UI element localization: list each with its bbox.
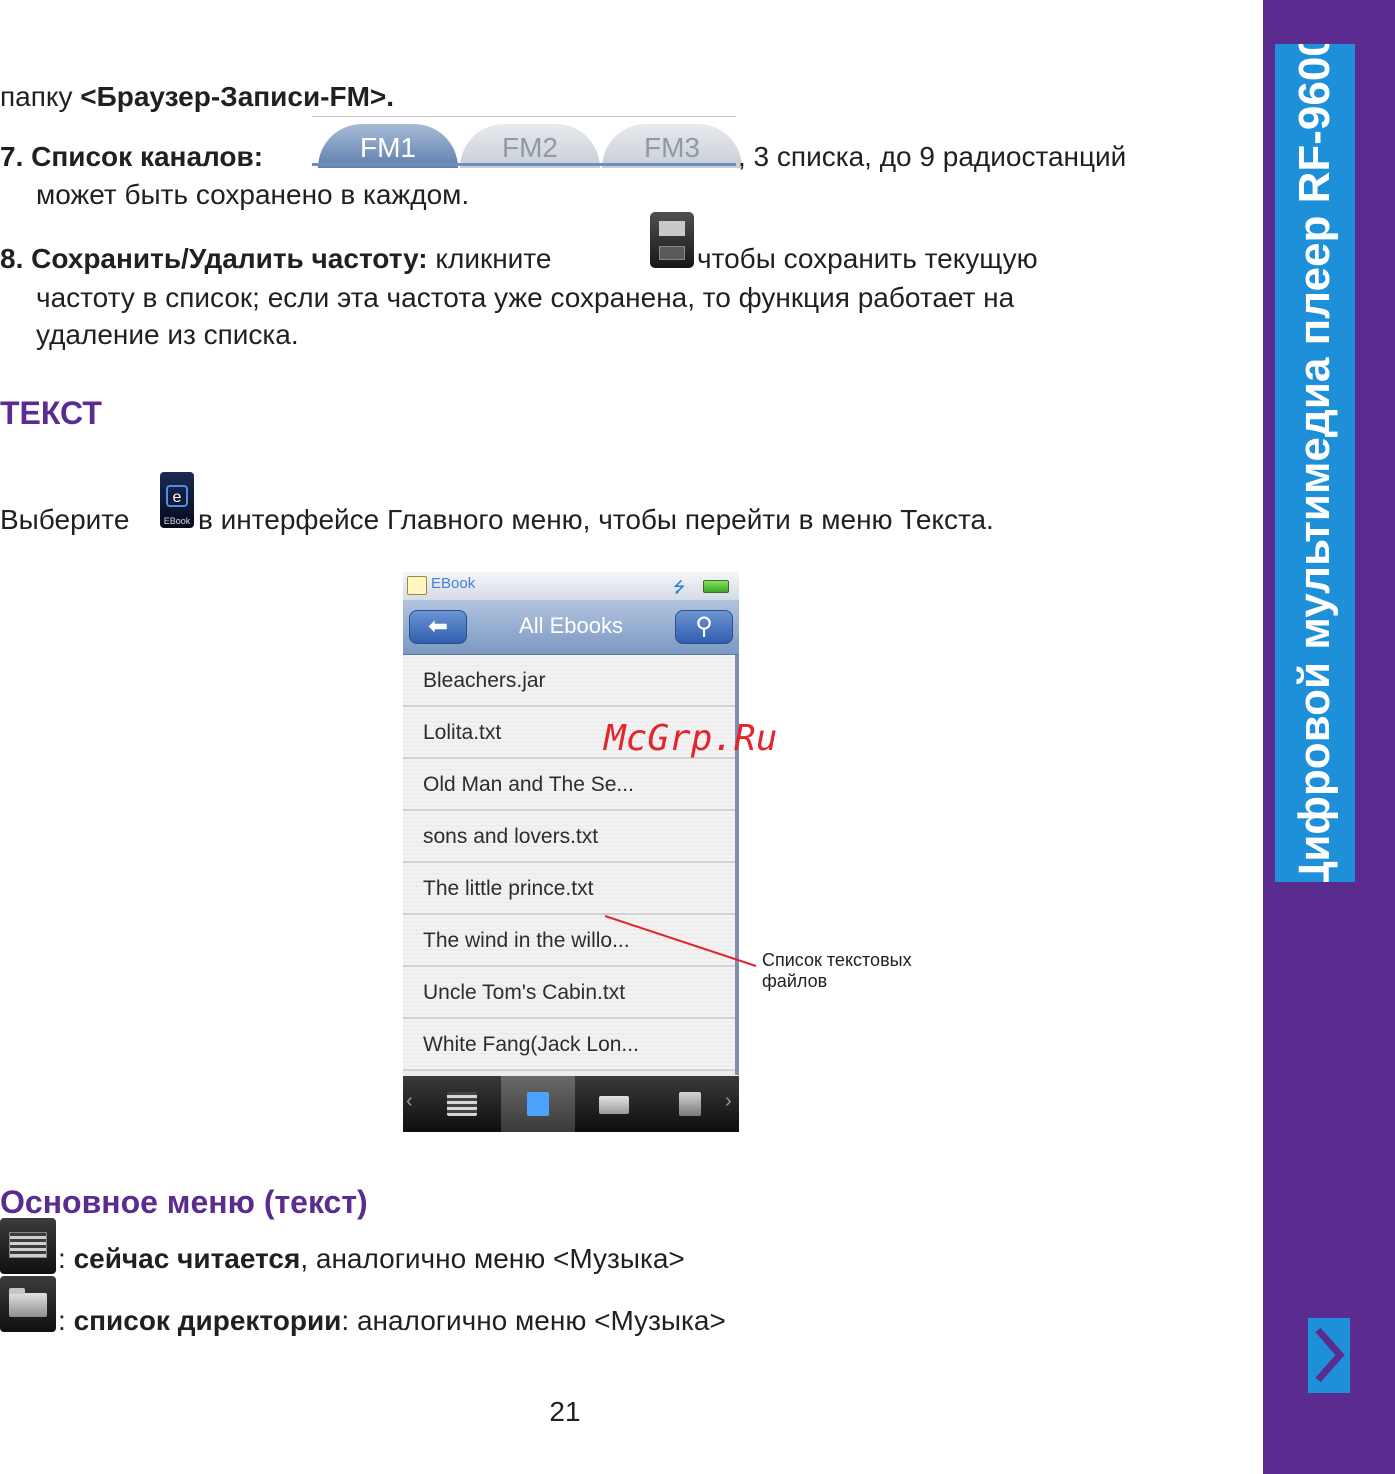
sidebar-title-band: Цифровой мультимедиа плеер RF-9600 [1275, 44, 1355, 882]
now-reading-icon [0, 1218, 56, 1274]
sidebar: Цифровой мультимедиа плеер RF-9600 [1263, 0, 1395, 1474]
callout-label: Список текстовых файлов [762, 950, 912, 991]
menu-item-directory: : список директории: аналогично меню <Му… [58, 1305, 726, 1336]
directory-icon [0, 1276, 56, 1332]
sidebar-title: Цифровой мультимедиа плеер RF-9600 [1290, 44, 1339, 882]
page-number: 21 [549, 1396, 581, 1427]
next-page-button[interactable] [1308, 1318, 1350, 1393]
menu-item-now-reading: : сейчас читается, аналогично меню <Музы… [58, 1243, 685, 1274]
menu-heading: Основное меню (текст) [0, 1184, 368, 1220]
chevron-right-icon [1315, 1327, 1345, 1383]
watermark: McGrp.Ru [604, 718, 778, 759]
